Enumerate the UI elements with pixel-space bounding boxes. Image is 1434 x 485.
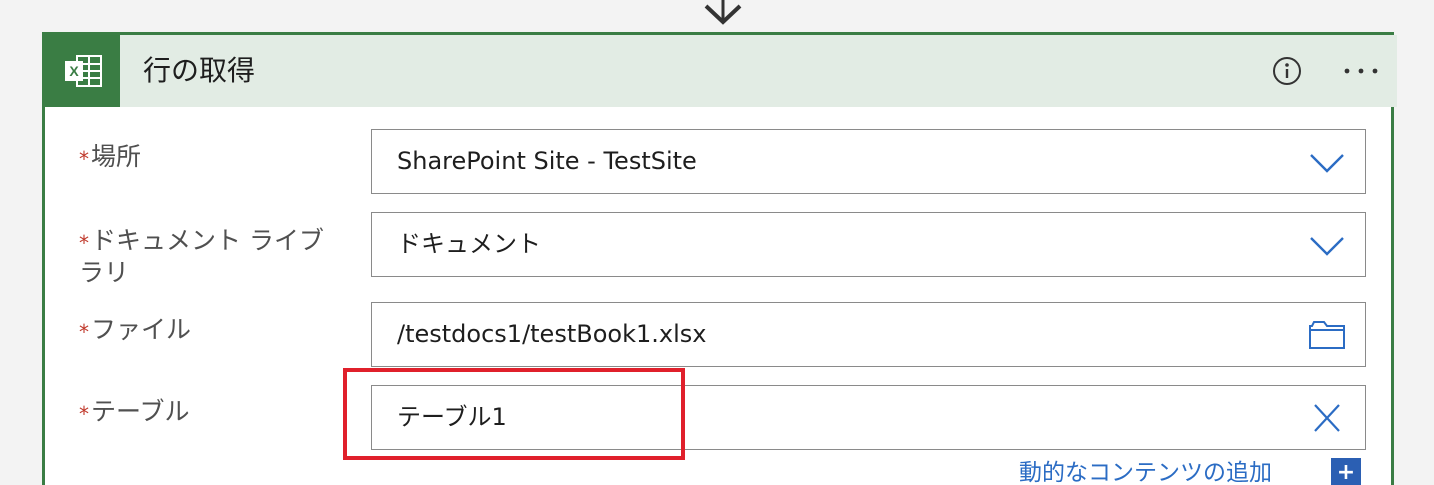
chevron-down-icon[interactable] <box>1307 145 1347 179</box>
required-mark: * <box>79 231 89 255</box>
table-input[interactable]: テーブル1 <box>371 385 1366 450</box>
library-label-line1: ドキュメント ライブ <box>91 226 324 255</box>
required-mark: * <box>79 402 89 426</box>
get-rows-action-card: X 行の取得 *場所 SharePoint Site - TestSite *ド… <box>42 32 1397 485</box>
table-label-text: テーブル <box>91 397 190 426</box>
library-value: ドキュメント <box>397 230 541 258</box>
flow-canvas: X 行の取得 *場所 SharePoint Site - TestSite *ド… <box>0 0 1434 485</box>
card-title: 行の取得 <box>143 54 256 87</box>
location-label-text: 場所 <box>91 142 142 171</box>
required-mark: * <box>79 320 89 344</box>
card-header[interactable]: X 行の取得 <box>45 35 1397 107</box>
more-options-icon[interactable] <box>1341 59 1381 83</box>
location-label: *場所 <box>79 141 141 173</box>
file-label: *ファイル <box>79 314 191 346</box>
add-dynamic-content-link[interactable]: 動的なコンテンツの追加 <box>1019 457 1272 485</box>
info-icon[interactable] <box>1272 56 1302 86</box>
location-value: SharePoint Site - TestSite <box>397 147 697 175</box>
svg-text:X: X <box>69 63 79 79</box>
library-label: *ドキュメント ライブ ラリ <box>79 225 324 289</box>
table-value: テーブル1 <box>397 403 507 431</box>
location-dropdown[interactable]: SharePoint Site - TestSite <box>371 129 1366 194</box>
clear-icon[interactable] <box>1307 401 1347 435</box>
library-dropdown[interactable]: ドキュメント <box>371 212 1366 277</box>
table-label: *テーブル <box>79 396 190 428</box>
file-picker[interactable]: /testdocs1/testBook1.xlsx <box>371 302 1366 367</box>
add-dynamic-content-button[interactable]: + <box>1331 458 1361 485</box>
chevron-down-icon[interactable] <box>1307 228 1347 262</box>
excel-icon: X <box>45 35 120 107</box>
library-label-line2: ラリ <box>79 258 130 287</box>
file-value: /testdocs1/testBook1.xlsx <box>397 320 707 348</box>
connector-arrow-icon <box>704 0 742 25</box>
required-mark: * <box>79 147 89 171</box>
file-label-text: ファイル <box>91 315 192 344</box>
folder-icon[interactable] <box>1307 318 1347 352</box>
